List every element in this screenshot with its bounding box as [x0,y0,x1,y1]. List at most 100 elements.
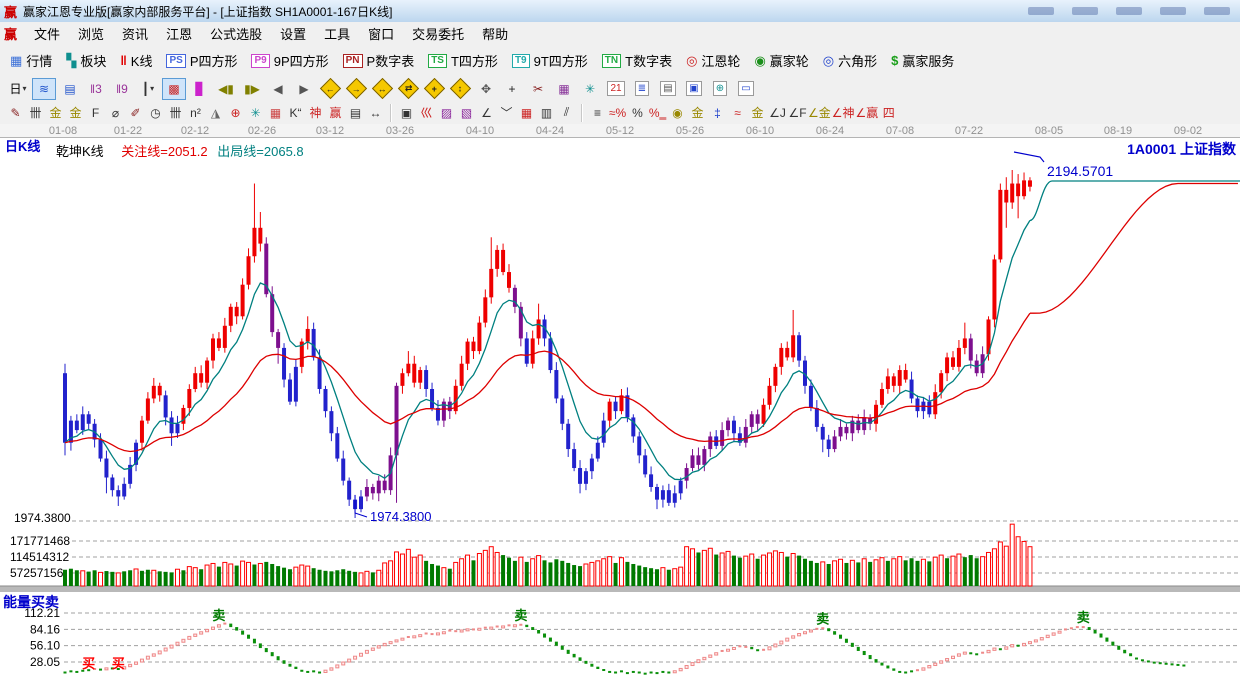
zoom-out-bars-button[interactable]: ↕ [448,78,472,100]
menu-item-6[interactable]: 工具 [315,25,359,44]
span-arrow-button[interactable]: ↔ [366,104,385,122]
k-mark-button[interactable]: K“ [286,104,305,122]
crosshair-button[interactable]: + [500,78,524,100]
gold-line-b-button[interactable]: 金 [66,104,85,122]
hand-drag-button[interactable]: ✥ [474,78,498,100]
gann-grid-tool-button[interactable]: ▦ [552,78,576,100]
first-page-button[interactable]: ◀▮ [214,78,238,100]
box-fan-button[interactable]: ▨ [437,104,456,122]
ying-angle-button[interactable]: ∠赢 [856,104,879,122]
wave-band-button[interactable]: ≈ [728,104,747,122]
candle-style-dropdown-button[interactable]: ┃▾ [136,78,160,100]
box-cross-button[interactable]: ▧ [457,104,476,122]
pin-pen-button[interactable]: ‡ [708,104,727,122]
zoom-in-bars-button[interactable]: + [422,78,446,100]
gold-under-button[interactable]: 金 [748,104,767,122]
network-button[interactable]: ⊕ [708,78,732,100]
wave-check-button[interactable]: ﹀ [497,104,516,122]
percent-line-button[interactable]: %‗ [648,104,667,122]
last-page-button[interactable]: ▮▶ [240,78,264,100]
si-angle-button[interactable]: 四 [879,104,898,122]
qiankun-kline-view-button[interactable]: ▩ [162,78,186,100]
fib-line-button[interactable]: F [86,104,105,122]
ying-tool-button[interactable]: 赢 [326,104,345,122]
toolbar-button-hexagon[interactable]: ◎六角形 [817,49,883,72]
ruler-ticks-2-button[interactable]: 卌 [166,104,185,122]
fan-lines-button[interactable]: 巛 [417,104,436,122]
shen-tool-button[interactable]: 神 [306,104,325,122]
menu-item-9[interactable]: 帮助 [473,25,517,44]
spiral-button[interactable]: ⌀ [106,104,125,122]
ray-star-button[interactable]: ✳ [246,104,265,122]
menu-item-0[interactable]: 文件 [25,25,69,44]
info-panel-button[interactable]: ▤ [58,78,82,100]
menu-item-8[interactable]: 交易委托 [403,25,473,44]
prev-bar-button[interactable]: ◀ [266,78,290,100]
volume-profile-button[interactable]: ▊ [188,78,212,100]
trend-view-button[interactable]: ≋ [32,78,56,100]
toolbar-button-t-square[interactable]: TST四方形 [422,49,504,72]
toolbar-button-quote[interactable]: ▦行情 [4,49,58,72]
shift-left-button[interactable]: ← [318,78,342,100]
next-bar-button[interactable]: ▶ [292,78,316,100]
menu-item-3[interactable]: 江恩 [157,25,201,44]
shrink-horizontal-button[interactable]: ⇄ [396,78,420,100]
gold-bars-button[interactable]: 金 [688,104,707,122]
quote-icon: ▦ [10,53,22,69]
workstation-button[interactable]: ▭ [734,78,758,100]
angle-line-button[interactable]: ∠ [477,104,496,122]
gold-line-a-button[interactable]: 金 [46,104,65,122]
menu-item-5[interactable]: 设置 [271,25,315,44]
ruler-ticks-1-button[interactable]: 卌 [26,104,45,122]
toolbar-button-9t-square[interactable]: T99T四方形 [506,49,594,72]
bars-3-button[interactable]: ‖3 [84,78,108,100]
target-cross-button[interactable]: ⊕ [226,104,245,122]
erase-tool-button[interactable]: ✂ [526,78,550,100]
menu-item-1[interactable]: 浏览 [69,25,113,44]
n-square-button[interactable]: n² [186,104,205,122]
toolbar-button-p-square[interactable]: PSP四方形 [160,49,243,72]
expand-horizontal-button[interactable]: ↔ [370,78,394,100]
kline-chart-canvas[interactable]: 1974.380017177146811451431257257156112.2… [0,124,1240,680]
toolbar-button-9p-square[interactable]: P99P四方形 [245,49,334,72]
titlebar-ghost-buttons[interactable] [1028,7,1230,15]
toolbar-button-sectors[interactable]: ▚板块 [60,49,112,72]
f-angle-button[interactable]: ∠F [788,104,807,122]
dense-grid-2-button[interactable]: ▥ [537,104,556,122]
pen-tool-button[interactable]: ✎ [6,104,25,122]
toolbar-button-kline[interactable]: ‖K线 [114,49,158,72]
calculator-button[interactable]: ≣ [630,78,654,100]
parallel-lines-button[interactable]: ⫽ [557,104,576,122]
flag-tool-button[interactable]: ◮ [206,104,225,122]
toolbar-button-p-number-table[interactable]: PNP数字表 [337,49,421,72]
percent-wave-button[interactable]: ≈% [608,104,627,122]
ruler-123-button[interactable]: ▤ [346,104,365,122]
shen-angle-button[interactable]: ∠神 [832,104,855,122]
time-cycle-button[interactable]: ◷ [146,104,165,122]
menu-item-2[interactable]: 资讯 [113,25,157,44]
red-grid-button[interactable]: ▦ [266,104,285,122]
save-button[interactable]: ▣ [682,78,706,100]
gold-circle-button[interactable]: ◉ [668,104,687,122]
svg-text:114514312: 114514312 [10,550,70,564]
spiral-tool-button[interactable]: ✳ [578,78,602,100]
menu-item-4[interactable]: 公式选股 [201,25,271,44]
period-day-dropdown-button[interactable]: 日▾ [6,78,30,100]
shift-right-button[interactable]: → [344,78,368,100]
notes-button[interactable]: ▤ [656,78,680,100]
toolbar-button-t-number-table[interactable]: TNT数字表 [596,49,678,72]
date-tick-label: 09-02 [1174,125,1202,137]
calendar-21-button[interactable]: 21 [604,78,628,100]
gold-angle-button[interactable]: ∠金 [808,104,831,122]
toolbar-button-winner-wheel[interactable]: ◉赢家轮 [748,49,814,72]
menu-item-7[interactable]: 窗口 [359,25,403,44]
percent-button[interactable]: % [628,104,647,122]
toolbar-button-winner-service[interactable]: $赢家服务 [885,49,960,72]
pen-ruler-button[interactable]: ✐ [126,104,145,122]
dense-grid-button[interactable]: ▦ [517,104,536,122]
j-angle-button[interactable]: ∠J [768,104,787,122]
box-tool-button[interactable]: ▣ [397,104,416,122]
toolbar-button-gann-wheel[interactable]: ◎江恩轮 [680,49,746,72]
bars-9-button[interactable]: ‖9 [110,78,134,100]
scale-tool-button[interactable]: ≡ [588,104,607,122]
